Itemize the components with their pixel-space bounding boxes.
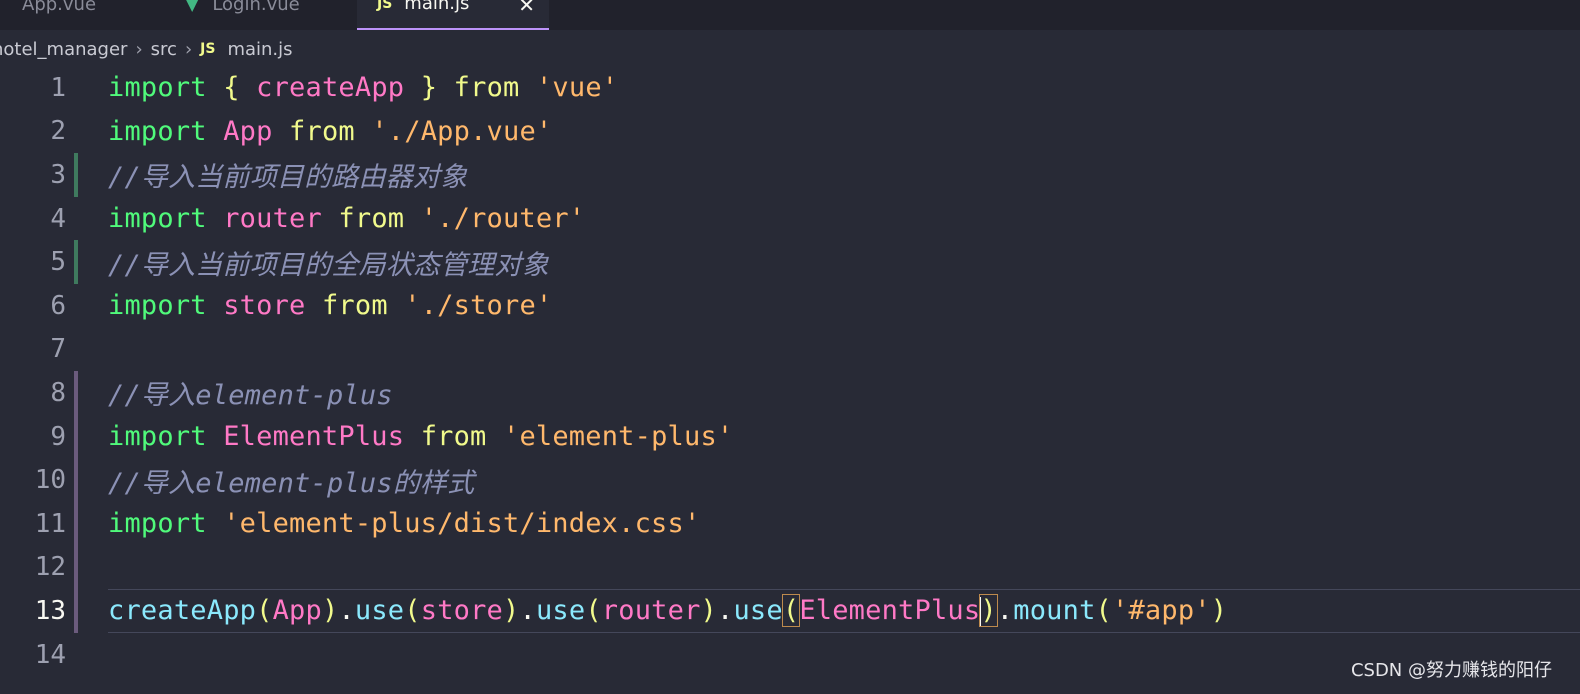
code-line[interactable]: 8 //导入element-plus bbox=[0, 371, 1580, 415]
tab-label: main.js bbox=[404, 0, 470, 14]
line-number: 7 bbox=[50, 334, 66, 365]
git-change-marker[interactable] bbox=[74, 589, 78, 633]
line-number: 2 bbox=[50, 116, 66, 147]
gutter bbox=[66, 197, 108, 241]
code-text: import router from './router' bbox=[108, 203, 586, 235]
gutter bbox=[66, 284, 108, 328]
code-comment: //导入当前项目的路由器对象 bbox=[108, 162, 468, 194]
code-text: import store from './store' bbox=[108, 290, 553, 322]
breadcrumb: hotel_manager › src › JS main.js bbox=[0, 34, 293, 64]
close-icon[interactable]: ✕ bbox=[518, 0, 535, 15]
git-change-marker[interactable] bbox=[74, 153, 78, 197]
code-comment: //导入当前项目的全局状态管理对象 bbox=[108, 249, 549, 281]
code-text: import App from './App.vue' bbox=[108, 115, 553, 147]
tab-login-vue[interactable]: ▼ Login.vue bbox=[186, 0, 300, 30]
code-line[interactable]: 7 bbox=[0, 328, 1580, 372]
gutter bbox=[66, 328, 108, 372]
line-number: 5 bbox=[50, 247, 66, 278]
chevron-right-icon: › bbox=[184, 38, 193, 60]
code-line[interactable]: 5 //导入当前项目的全局状态管理对象 bbox=[0, 240, 1580, 284]
tab-main-js[interactable]: JS main.js ✕ bbox=[357, 0, 549, 30]
code-line[interactable]: 6 import store from './store' bbox=[0, 284, 1580, 328]
tab-label: App.vue bbox=[22, 0, 97, 15]
code-line[interactable]: 10 //导入element-plus的样式 bbox=[0, 458, 1580, 502]
watermark: CSDN @努力赚钱的阳仔 bbox=[1350, 660, 1552, 681]
breadcrumb-item-src[interactable]: src bbox=[151, 39, 177, 60]
line-number: 4 bbox=[50, 203, 66, 234]
line-number: 11 bbox=[34, 508, 66, 539]
code-line[interactable]: 1 import { createApp } from 'vue' bbox=[0, 66, 1580, 110]
git-change-marker[interactable] bbox=[74, 414, 78, 459]
js-icon: JS bbox=[377, 0, 393, 12]
code-text: import 'element-plus/dist/index.css' bbox=[108, 508, 701, 540]
gutter bbox=[66, 501, 108, 546]
gutter bbox=[66, 153, 108, 197]
line-number: 9 bbox=[50, 421, 66, 452]
git-change-marker[interactable] bbox=[74, 545, 78, 590]
code-line-active[interactable]: 13 createApp(App).use(store).use(router)… bbox=[0, 589, 1580, 633]
git-change-marker[interactable] bbox=[74, 371, 78, 415]
code-line[interactable]: 3 //导入当前项目的路由器对象 bbox=[0, 153, 1580, 197]
code-comment: //导入element-plus的样式 bbox=[108, 467, 475, 499]
gutter bbox=[66, 589, 108, 633]
current-line-highlight bbox=[108, 589, 1580, 633]
git-change-marker[interactable] bbox=[74, 501, 78, 546]
editor-tab-bar: App.vue ▼ Login.vue JS main.js ✕ bbox=[0, 0, 1580, 30]
gutter bbox=[66, 414, 108, 459]
breadcrumb-item-project[interactable]: hotel_manager bbox=[0, 39, 127, 60]
breadcrumb-item-file[interactable]: main.js bbox=[227, 39, 292, 60]
code-line[interactable]: 11 import 'element-plus/dist/index.css' bbox=[0, 501, 1580, 546]
line-number: 12 bbox=[34, 552, 66, 583]
vue-icon: ▼ bbox=[186, 0, 199, 14]
js-icon: JS bbox=[200, 41, 216, 57]
code-line[interactable]: 14 bbox=[0, 633, 1580, 677]
code-editor[interactable]: 1 import { createApp } from 'vue' 2 impo… bbox=[0, 66, 1580, 676]
tab-label: Login.vue bbox=[212, 0, 300, 15]
chevron-right-icon: › bbox=[135, 38, 143, 60]
code-line[interactable]: 4 import router from './router' bbox=[0, 197, 1580, 241]
gutter bbox=[66, 66, 108, 110]
gutter bbox=[66, 633, 108, 677]
code-text: import { createApp } from 'vue' bbox=[108, 72, 619, 104]
gutter bbox=[66, 371, 108, 415]
git-change-marker[interactable] bbox=[74, 240, 78, 284]
gutter bbox=[66, 545, 108, 590]
gutter bbox=[66, 240, 108, 284]
line-number: 13 bbox=[34, 595, 66, 626]
line-number: 1 bbox=[50, 72, 66, 103]
code-line[interactable]: 9 import ElementPlus from 'element-plus' bbox=[0, 414, 1580, 459]
line-number: 8 bbox=[50, 377, 66, 408]
code-comment: //导入element-plus bbox=[108, 380, 393, 412]
line-number: 10 bbox=[34, 465, 66, 496]
git-change-marker[interactable] bbox=[74, 458, 78, 502]
line-number: 6 bbox=[50, 290, 66, 321]
code-text: import ElementPlus from 'element-plus' bbox=[108, 421, 734, 453]
gutter bbox=[66, 110, 108, 154]
line-number: 14 bbox=[34, 639, 66, 670]
tab-app-vue[interactable]: App.vue bbox=[22, 0, 96, 30]
line-number: 3 bbox=[50, 159, 66, 190]
code-line[interactable]: 2 import App from './App.vue' bbox=[0, 110, 1580, 154]
gutter bbox=[66, 458, 108, 502]
code-line[interactable]: 12 bbox=[0, 545, 1580, 590]
